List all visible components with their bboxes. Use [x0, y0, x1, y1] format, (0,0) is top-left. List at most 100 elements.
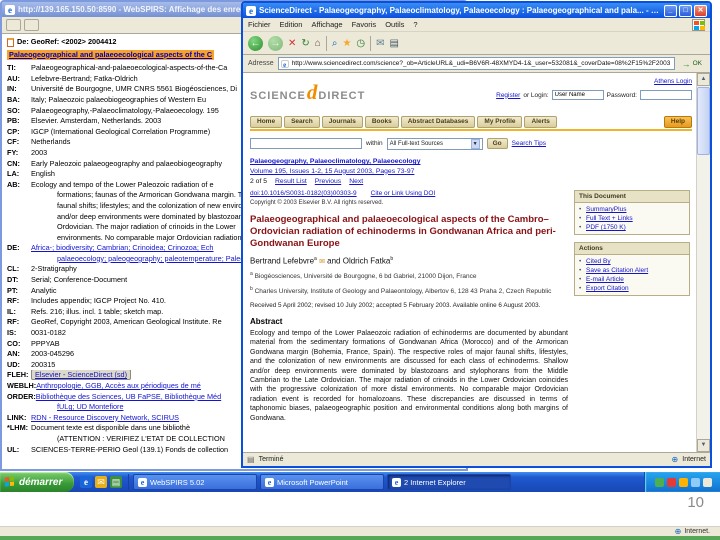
task-button[interactable]: e WebSPIRS 5.02: [133, 474, 257, 490]
record-field-text: formations; faunas of the Armorican Gond…: [57, 190, 251, 200]
mail-icon[interactable]: ✉: [376, 36, 384, 51]
sciencedirect-window[interactable]: e ScienceDirect - Palaeogeography, Palae…: [241, 1, 712, 468]
journal-link[interactable]: Palaeogeography, Palaeoclimatology, Pala…: [250, 157, 566, 167]
help-button[interactable]: Help: [663, 116, 692, 128]
tray-icon[interactable]: [679, 477, 688, 487]
action-link[interactable]: Export Citation: [579, 284, 685, 293]
show-desktop-icon[interactable]: ▤: [110, 476, 122, 488]
task-button[interactable]: e Microsoft PowerPoint: [260, 474, 384, 490]
mail-icon[interactable]: ✉: [95, 476, 107, 488]
back-icon[interactable]: ←: [248, 35, 263, 51]
record-field-tag: CP:: [7, 126, 20, 136]
toolbar-button[interactable]: [24, 19, 39, 31]
scroll-up-icon[interactable]: ▲: [697, 73, 710, 86]
go-label: OK: [692, 60, 702, 67]
search-go-button[interactable]: Go: [486, 138, 508, 149]
record-field-text: Ecology and tempo of the Lower Paleozoic…: [31, 179, 214, 189]
author-affiliation-sup: a: [314, 256, 317, 262]
record-field-text: 0031-0182: [31, 328, 66, 338]
within-label: within: [366, 140, 383, 147]
action-link[interactable]: Cited By: [579, 257, 685, 266]
action-link[interactable]: Save as Citation Alert: [579, 266, 685, 275]
print-icon[interactable]: ▤: [390, 36, 399, 51]
menu-item[interactable]: Edition: [280, 20, 303, 29]
vertical-scrollbar[interactable]: ▲ ▼: [696, 73, 710, 452]
forward-icon[interactable]: →: [268, 35, 283, 51]
nav-button[interactable]: Alerts: [524, 116, 557, 128]
home-icon[interactable]: ⌂: [315, 36, 321, 51]
password-field[interactable]: [640, 90, 692, 100]
author-name[interactable]: Bertrand Lefebvre: [250, 257, 314, 266]
scrollbar-thumb[interactable]: [697, 87, 710, 155]
cite-link[interactable]: Cite or Link Using DOI: [371, 190, 436, 197]
refresh-icon[interactable]: ↻: [301, 36, 309, 51]
nav-button[interactable]: My Profile: [477, 116, 523, 128]
record-field-text: palaeoecology; paleogeography; paleotemp…: [57, 253, 258, 263]
globe-icon: ⊕: [671, 455, 679, 464]
nav-button[interactable]: Books: [364, 116, 399, 128]
sciencedirect-titlebar[interactable]: e ScienceDirect - Palaeogeography, Palae…: [243, 3, 710, 18]
action-link[interactable]: E-mail Article: [579, 275, 685, 284]
start-button[interactable]: démarrer: [0, 472, 74, 492]
address-label: Adresse: [248, 60, 274, 67]
record-field-tag: UL:: [7, 444, 20, 454]
close-icon[interactable]: ✕: [694, 4, 707, 17]
issue-link[interactable]: Volume 195, Issues 1-2, 15 August 2003, …: [250, 167, 566, 177]
author-name[interactable]: Oldrich Fatka: [343, 257, 391, 266]
menu-item[interactable]: Affichage: [311, 20, 342, 29]
register-link[interactable]: Register: [496, 92, 520, 99]
result-nav-link[interactable]: Result List: [275, 177, 307, 187]
tray-icon[interactable]: [667, 477, 676, 487]
record-field-text: Lefebvre-Bertrand; Fatka-Oldrich: [31, 73, 138, 83]
menu-bar: Fichier Edition Affichage Favoris Outils?: [243, 18, 710, 32]
username-field[interactable]: [551, 90, 604, 100]
doi-link[interactable]: doi:10.1016/S0031-0182(03)00303-9: [250, 190, 357, 197]
document-link[interactable]: PDF (1750 K): [579, 223, 685, 232]
task-button[interactable]: e 2 Internet Explorer: [387, 474, 511, 490]
search-scope-select[interactable]: All Full-text Sources ▼: [386, 137, 483, 150]
scroll-down-icon[interactable]: ▼: [697, 439, 710, 452]
history-icon[interactable]: ◷: [356, 36, 365, 51]
record-field-text: Early Paleozoic palaeogeography and pala…: [31, 158, 223, 168]
quick-search-input[interactable]: [250, 138, 362, 149]
record-field-tag: DT:: [7, 275, 19, 285]
go-button[interactable]: → OK: [679, 59, 705, 69]
search-tips-link[interactable]: Search Tips: [512, 140, 546, 147]
record-field-tag: WEBLH:: [7, 381, 37, 390]
this-document-header: This Document: [575, 191, 689, 203]
search-icon[interactable]: ⌕: [332, 36, 338, 51]
record-field-text: RDN - Resource Discovery Network, SCIRUS: [31, 412, 179, 422]
page-content: SCIENCE d DIRECT Athens Login Register o…: [243, 73, 710, 452]
athens-login-link[interactable]: Athens Login: [654, 78, 692, 85]
record-highlighted-title[interactable]: Palaeogeographical and palaeoecological …: [7, 49, 215, 61]
address-input[interactable]: e http://www.sciencedirect.com/science?_…: [277, 57, 675, 70]
document-link[interactable]: SummaryPlus: [579, 205, 685, 214]
nav-button[interactable]: Journals: [321, 116, 363, 128]
nav-button[interactable]: Home: [250, 116, 283, 128]
record-field-text: Ordovician. The major radiation of crino…: [57, 222, 236, 232]
minimize-icon[interactable]: _: [664, 4, 677, 17]
document-link[interactable]: Full Text + Links: [579, 214, 685, 223]
nav-button[interactable]: Abstract Databases: [400, 116, 476, 128]
record-field-tag: CL:: [7, 264, 20, 274]
record-field-tag: FLEH:: [7, 370, 29, 380]
tray-icon[interactable]: [691, 477, 700, 487]
site-navigation: Home Search Journals Books Abstract Database…: [250, 116, 692, 131]
tray-icon[interactable]: [655, 477, 664, 487]
ie-icon[interactable]: e: [80, 476, 92, 488]
menu-item[interactable]: Favoris: [352, 20, 377, 29]
record-field-text: 2003-045296: [31, 349, 75, 359]
task-button-label: 2 Internet Explorer: [404, 477, 466, 487]
result-nav-link[interactable]: Previous: [315, 177, 341, 187]
maximize-icon[interactable]: □: [679, 4, 692, 17]
menu-item[interactable]: Fichier: [248, 20, 271, 29]
favorites-icon[interactable]: ★: [342, 36, 351, 51]
result-nav-link[interactable]: Next: [349, 177, 363, 187]
record-field-text: GeoRef, Copyright 2003, American Geologi…: [31, 317, 222, 327]
menu-item[interactable]: Outils: [385, 20, 404, 29]
nav-button[interactable]: Search: [284, 116, 320, 128]
toolbar-button[interactable]: [6, 19, 21, 31]
menu-item[interactable]: ?: [413, 20, 417, 29]
stop-icon[interactable]: ✕: [288, 36, 296, 51]
tray-icon[interactable]: [703, 477, 712, 487]
